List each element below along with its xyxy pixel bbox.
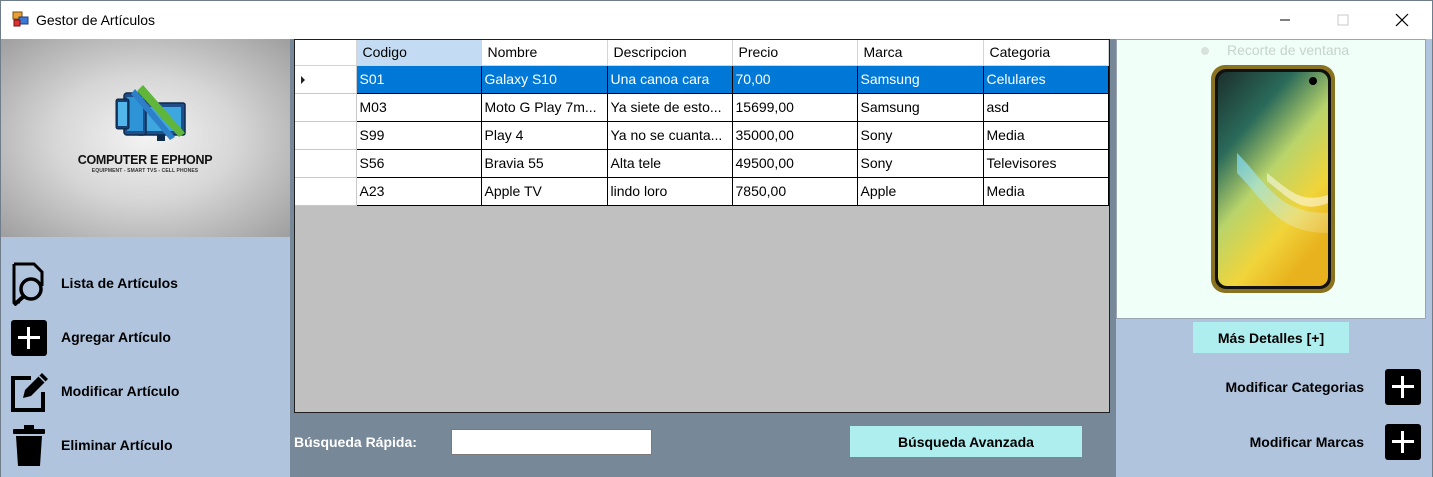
- window-crop-overlay-text: Recorte de ventana: [1227, 42, 1350, 58]
- cell-marca[interactable]: Sony: [857, 121, 984, 150]
- phone-image-icon: [1211, 65, 1335, 293]
- articles-table: Codigo Nombre Descripcion Precio Marca C…: [295, 40, 1109, 206]
- nav-lista-articulos-label: Lista de Artículos: [61, 275, 178, 291]
- left-panel: COMPUTER E EPHONP EQUIPMENT - SMART TVS …: [1, 39, 290, 477]
- cell-marca[interactable]: Sony: [857, 149, 984, 178]
- nav-modificar-articulo-label: Modificar Artículo: [61, 383, 180, 399]
- cell-categoria[interactable]: Celulares: [983, 65, 1109, 94]
- cell-marca[interactable]: Samsung: [857, 93, 984, 122]
- cell-precio[interactable]: 15699,00: [732, 93, 858, 122]
- grid-corner-cell[interactable]: [295, 40, 357, 66]
- column-header-marca[interactable]: Marca: [857, 40, 984, 66]
- cell-nombre[interactable]: Play 4: [481, 121, 608, 150]
- nav-lista-articulos[interactable]: Lista de Artículos: [1, 258, 290, 310]
- column-header-nombre[interactable]: Nombre: [481, 40, 608, 66]
- modify-brands-label: Modificar Marcas: [1249, 434, 1364, 450]
- cell-nombre[interactable]: Moto G Play 7m...: [481, 93, 608, 122]
- cell-nombre[interactable]: Apple TV: [481, 177, 608, 206]
- cell-codigo[interactable]: S56: [356, 149, 482, 178]
- table-row[interactable]: S99 Play 4 Ya no se cuanta... 35000,00 S…: [295, 121, 1109, 150]
- article-image-box: Recorte de ventana: [1116, 39, 1426, 319]
- cell-precio[interactable]: 49500,00: [732, 149, 858, 178]
- nav-eliminar-articulo[interactable]: Eliminar Artículo: [1, 420, 290, 472]
- cell-descripcion[interactable]: Alta tele: [607, 149, 733, 178]
- minimize-button[interactable]: [1256, 1, 1314, 39]
- maximize-icon: [1337, 14, 1349, 26]
- column-header-descripcion[interactable]: Descripcion: [607, 40, 733, 66]
- modify-categories-action[interactable]: Modificar Categorias: [1226, 369, 1421, 405]
- grid-header-row: Codigo Nombre Descripcion Precio Marca C…: [295, 40, 1109, 66]
- current-row-arrow-icon: [301, 75, 305, 84]
- close-icon: [1395, 13, 1409, 27]
- cell-marca[interactable]: Apple: [857, 177, 984, 206]
- radio-dot-icon: [1201, 47, 1209, 55]
- company-logo: COMPUTER E EPHONP EQUIPMENT - SMART TVS …: [1, 39, 290, 237]
- cell-descripcion[interactable]: lindo loro: [607, 177, 733, 206]
- row-header[interactable]: [295, 149, 357, 178]
- nav-modificar-articulo[interactable]: Modificar Artículo: [1, 366, 290, 418]
- logo-title: COMPUTER E EPHONP: [77, 153, 213, 167]
- cell-categoria[interactable]: Media: [983, 121, 1109, 150]
- quick-search-input[interactable]: [451, 429, 652, 455]
- cell-precio[interactable]: 35000,00: [732, 121, 858, 150]
- logo-subtitle: EQUIPMENT - SMART TVS - CELL PHONES: [91, 168, 199, 174]
- cell-descripcion[interactable]: Una canoa cara: [607, 65, 733, 94]
- table-row[interactable]: S56 Bravia 55 Alta tele 49500,00 Sony Te…: [295, 149, 1109, 178]
- column-header-precio[interactable]: Precio: [732, 40, 858, 66]
- modify-brands-plus-icon[interactable]: [1385, 424, 1421, 460]
- center-panel: Codigo Nombre Descripcion Precio Marca C…: [290, 39, 1116, 477]
- column-header-categoria[interactable]: Categoria: [983, 40, 1109, 66]
- cell-nombre[interactable]: Bravia 55: [481, 149, 608, 178]
- row-header[interactable]: [295, 121, 357, 150]
- cell-codigo[interactable]: A23: [356, 177, 482, 206]
- trash-icon: [13, 425, 45, 466]
- articles-grid[interactable]: Codigo Nombre Descripcion Precio Marca C…: [294, 39, 1110, 413]
- cell-codigo[interactable]: S99: [356, 121, 482, 150]
- maximize-button[interactable]: [1314, 1, 1372, 39]
- modify-categories-plus-icon[interactable]: [1385, 369, 1421, 405]
- title-bar: Gestor de Artículos: [1, 1, 1432, 39]
- cell-nombre[interactable]: Galaxy S10: [481, 65, 608, 94]
- column-header-codigo[interactable]: Codigo: [356, 40, 482, 66]
- quick-search-label: Búsqueda Rápida:: [294, 434, 417, 450]
- cell-categoria[interactable]: Televisores: [983, 149, 1109, 178]
- row-header[interactable]: [295, 65, 357, 94]
- cell-categoria[interactable]: Media: [983, 177, 1109, 206]
- cell-marca[interactable]: Samsung: [857, 65, 984, 94]
- plus-icon: [11, 320, 47, 356]
- modify-categories-label: Modificar Categorias: [1225, 379, 1364, 395]
- cell-codigo[interactable]: M03: [356, 93, 482, 122]
- cell-precio[interactable]: 7850,00: [732, 177, 858, 206]
- table-row[interactable]: S01 Galaxy S10 Una canoa cara 70,00 Sams…: [295, 65, 1109, 94]
- more-details-button[interactable]: Más Detalles [+]: [1193, 322, 1349, 353]
- devices-logo-icon: [115, 85, 186, 141]
- edit-icon: [11, 373, 48, 412]
- cell-precio[interactable]: 70,00: [732, 65, 858, 94]
- right-panel: Recorte de ventana Más Detalles [+] Modi…: [1116, 39, 1432, 477]
- nav-eliminar-articulo-label: Eliminar Artículo: [61, 437, 173, 453]
- window-crop-overlay: Recorte de ventana: [1195, 42, 1421, 60]
- modify-brands-action[interactable]: Modificar Marcas: [1250, 424, 1421, 460]
- table-row[interactable]: M03 Moto G Play 7m... Ya siete de esto..…: [295, 93, 1109, 122]
- row-header[interactable]: [295, 177, 357, 206]
- nav-agregar-articulo-label: Agregar Artículo: [61, 329, 171, 345]
- window-title: Gestor de Artículos: [36, 12, 156, 28]
- document-search-icon: [12, 262, 44, 306]
- close-button[interactable]: [1373, 1, 1431, 39]
- table-row[interactable]: A23 Apple TV lindo loro 7850,00 Apple Me…: [295, 177, 1109, 206]
- app-window-icon: [12, 11, 29, 28]
- cell-descripcion[interactable]: Ya siete de esto...: [607, 93, 733, 122]
- advanced-search-button[interactable]: Búsqueda Avanzada: [850, 426, 1082, 457]
- cell-codigo[interactable]: S01: [356, 65, 482, 94]
- cell-descripcion[interactable]: Ya no se cuanta...: [607, 121, 733, 150]
- minimize-icon: [1280, 19, 1290, 21]
- cell-categoria[interactable]: asd: [983, 93, 1109, 122]
- app-window: Gestor de Artículos COMPUTER E EPHONP EQ…: [0, 0, 1433, 477]
- nav-agregar-articulo[interactable]: Agregar Artículo: [1, 312, 290, 364]
- row-header[interactable]: [295, 93, 357, 122]
